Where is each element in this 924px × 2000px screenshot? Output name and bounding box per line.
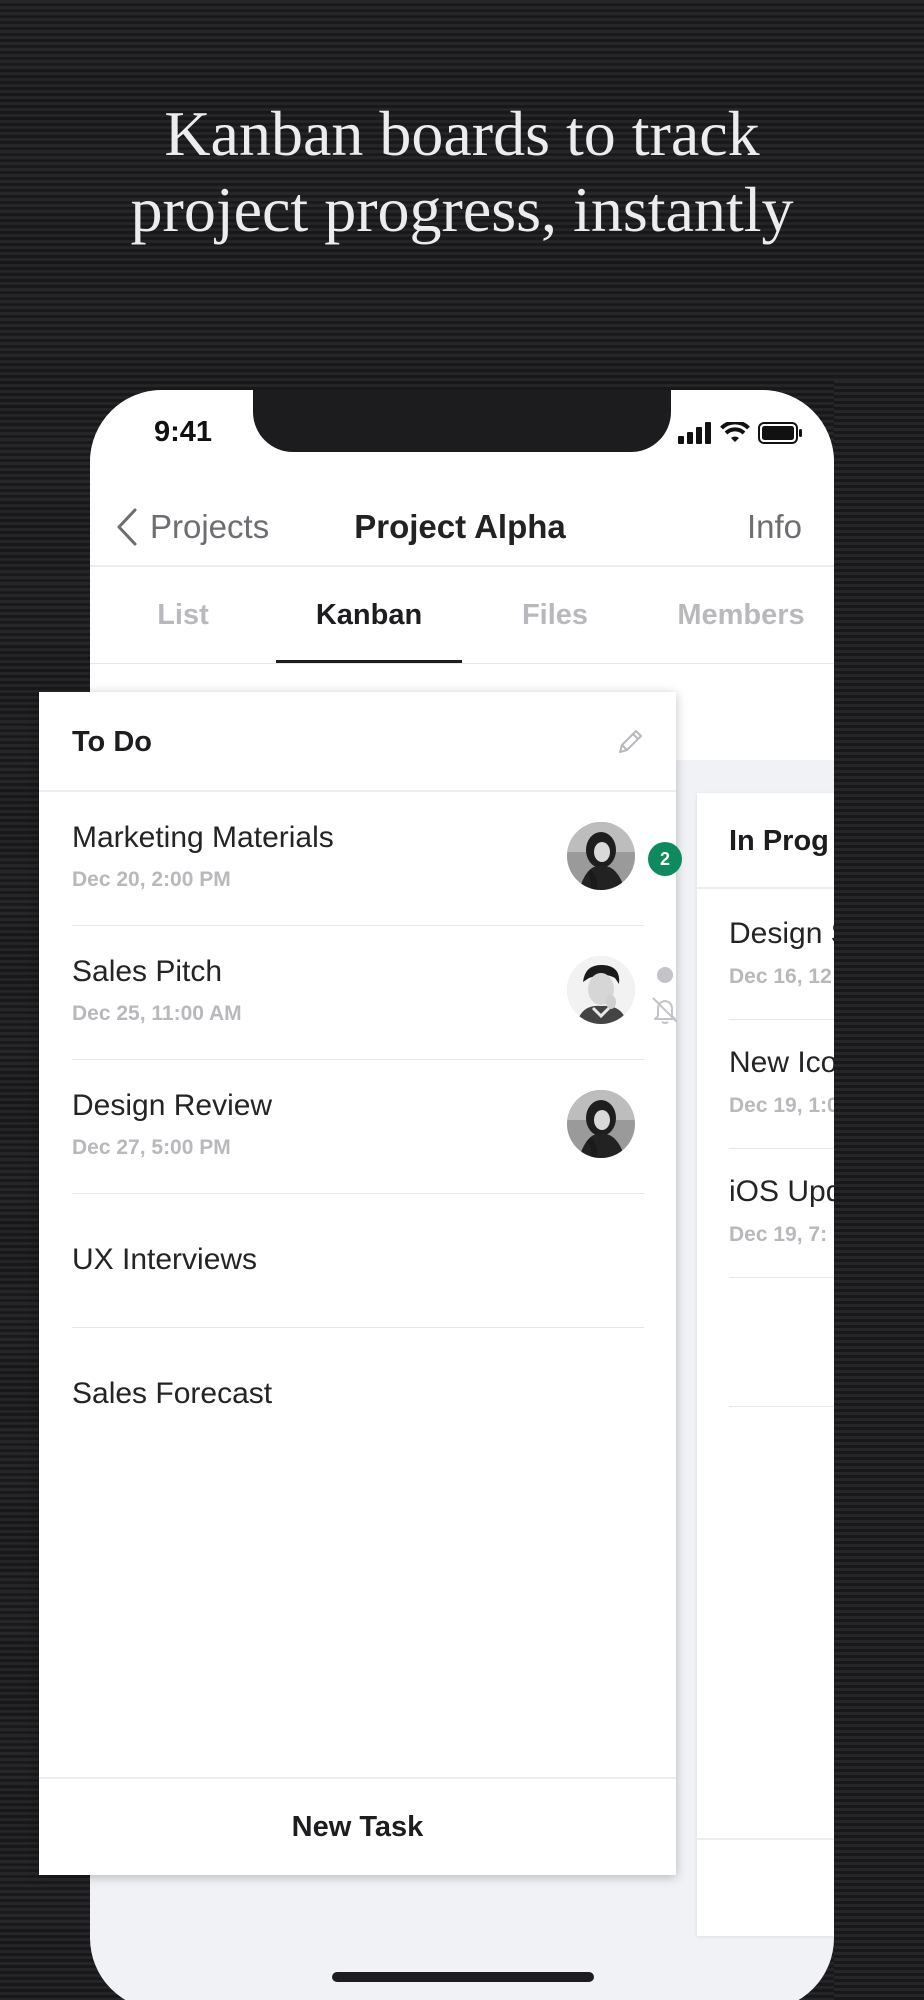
task-title: Sales Pitch — [72, 955, 223, 988]
task-date: Dec 20, 2:00 PM — [72, 868, 231, 891]
bell-off-icon — [652, 997, 678, 1024]
page-title: Project Alpha — [354, 508, 566, 545]
navigation-bar: Projects Project Alpha Info — [90, 494, 834, 560]
column-header: To Do — [39, 692, 676, 792]
task-title: Design S — [729, 917, 851, 950]
task-title: Design Review — [72, 1089, 273, 1122]
status-dot — [657, 967, 673, 983]
pencil-icon[interactable] — [614, 726, 646, 758]
task-title: Sales Forecast — [72, 1377, 273, 1410]
column-title: To Do — [72, 726, 152, 758]
task-date: Dec 27, 5:00 PM — [72, 1136, 231, 1159]
tabs-divider — [90, 663, 834, 664]
status-icons — [678, 422, 804, 444]
background-strip — [834, 380, 924, 2000]
cellular-signal-icon — [678, 422, 711, 444]
task-date: Dec 19, 7: — [729, 1223, 828, 1246]
phone-notch — [253, 390, 671, 452]
tab-list[interactable]: List — [90, 568, 276, 662]
task-card[interactable]: UX Interviews — [72, 1194, 644, 1328]
avatar — [567, 956, 635, 1024]
wifi-icon — [720, 422, 750, 442]
task-title: New Ico — [729, 1046, 838, 1079]
tab-kanban[interactable]: Kanban — [276, 568, 462, 662]
avatar — [567, 1090, 635, 1158]
home-indicator[interactable] — [332, 1972, 594, 1982]
tab-files[interactable]: Files — [462, 568, 648, 662]
new-task-button[interactable]: New Task — [39, 1779, 676, 1875]
column-title: In Prog — [729, 825, 829, 857]
info-button[interactable]: Info — [747, 494, 802, 560]
task-card[interactable]: Marketing Materials Dec 20, 2:00 PM 2 — [72, 792, 682, 926]
headline-line-1: Kanban boards to track — [164, 98, 760, 169]
task-date: Dec 16, 12 — [729, 965, 832, 988]
tab-bar: List Kanban Files Members — [90, 568, 834, 662]
task-card[interactable]: Design Review Dec 27, 5:00 PM — [72, 1060, 644, 1194]
task-title: iOS Upd — [729, 1175, 843, 1208]
task-card[interactable]: Sales Pitch Dec 25, 11:00 AM — [72, 926, 678, 1060]
nav-divider — [90, 565, 834, 567]
status-time: 9:41 — [154, 416, 213, 448]
kanban-column-to-do[interactable]: To Do Marketing Materials Dec 20, 2:00 P… — [39, 692, 682, 1875]
tab-members[interactable]: Members — [648, 568, 834, 662]
headline-line-2: project progress, instantly — [130, 174, 794, 245]
avatar — [567, 822, 635, 890]
unread-count-badge: 2 — [648, 842, 682, 876]
task-title: UX Interviews — [72, 1243, 258, 1276]
task-date: Dec 19, 1:0 — [729, 1094, 839, 1117]
task-title: Marketing Materials — [72, 821, 334, 854]
column-footer: New Task — [39, 1777, 676, 1875]
task-date: Dec 25, 11:00 AM — [72, 1002, 242, 1025]
task-card[interactable]: Sales Forecast — [72, 1328, 644, 1462]
headline: Kanban boards to track project progress,… — [0, 96, 924, 248]
battery-icon — [758, 422, 802, 444]
